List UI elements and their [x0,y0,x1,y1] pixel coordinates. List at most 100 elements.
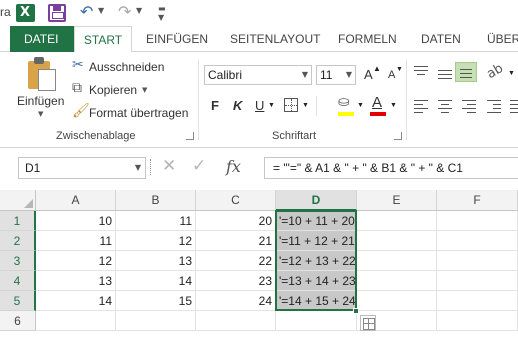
format-painter-icon[interactable]: 🖌 [72,103,90,119]
redo-dropdown-icon[interactable]: ▼ [136,6,142,15]
copy-dropdown-icon[interactable]: ▼ [142,86,147,94]
cell-f1[interactable] [437,211,518,231]
row-header-1[interactable]: 1 [0,211,36,231]
cell-a2[interactable]: 11 [36,231,116,251]
cell-b2[interactable]: 12 [116,231,196,251]
cell-c4[interactable]: 23 [196,271,276,291]
name-box[interactable]: D1 ▼ [18,157,146,179]
font-launcher-icon[interactable] [394,132,402,140]
cell-d6[interactable] [276,311,357,331]
orientation-dropdown-icon[interactable]: ▼ [508,70,515,77]
cell-c2[interactable]: 21 [196,231,276,251]
increase-indent-icon[interactable] [510,100,518,116]
select-all-corner[interactable] [0,190,36,211]
cell-b6[interactable] [116,311,196,331]
cell-f4[interactable] [437,271,518,291]
cell-e1[interactable] [357,211,437,231]
cell-e2[interactable] [357,231,437,251]
tab-start[interactable]: START [74,26,132,53]
cell-c5[interactable]: 24 [196,291,276,311]
fill-handle[interactable] [353,308,359,314]
cell-a6[interactable] [36,311,116,331]
row-header-2[interactable]: 2 [0,231,36,251]
paste-dropdown-icon[interactable]: ▼ [38,110,43,118]
formula-input[interactable]: = "'=" & A1 & " + " & B1 & " + " & C1 [264,157,518,179]
grow-font-button[interactable]: A [364,67,373,82]
bold-button[interactable]: F [211,98,219,113]
align-middle-icon[interactable] [438,70,452,82]
copy-button[interactable]: Kopieren [89,83,137,97]
cell-a3[interactable]: 12 [36,251,116,271]
underline-dropdown-icon[interactable]: ▼ [268,102,275,109]
undo-dropdown-icon[interactable]: ▼ [98,6,104,15]
copy-icon[interactable]: ⧉ [72,80,82,96]
cell-c1[interactable]: 20 [196,211,276,231]
row-header-4[interactable]: 4 [0,271,36,291]
cell-b4[interactable]: 14 [116,271,196,291]
quick-analysis-icon[interactable] [360,315,376,331]
cell-d3[interactable]: '=12 + 13 + 22 [276,251,357,271]
scissors-icon[interactable]: ✂ [72,57,84,73]
row-header-3[interactable]: 3 [0,251,36,271]
underline-button[interactable]: U [255,98,264,113]
align-bottom-button[interactable] [455,62,477,82]
shrink-font-button[interactable]: A [388,69,395,81]
cell-b3[interactable]: 13 [116,251,196,271]
format-painter-button[interactable]: Format übertragen [89,106,188,120]
undo-icon[interactable]: ↶ [80,2,93,21]
borders-icon[interactable] [284,98,298,112]
cell-a5[interactable]: 14 [36,291,116,311]
paste-icon[interactable] [26,57,58,91]
column-header-c[interactable]: C [196,190,276,211]
font-color-button[interactable]: A [372,94,382,111]
cell-d2[interactable]: '=11 + 12 + 21 [276,231,357,251]
align-center-icon[interactable] [438,100,452,116]
cell-f5[interactable] [437,291,518,311]
tab-data[interactable]: DATEN [421,26,461,52]
cell-f2[interactable] [437,231,518,251]
column-header-b[interactable]: B [116,190,196,211]
customize-qat-icon[interactable]: ▬ ▼ [158,4,166,22]
cell-c6[interactable] [196,311,276,331]
cancel-icon[interactable]: ✕ [162,156,176,176]
align-top-icon[interactable] [414,66,428,78]
font-size-select[interactable]: 11 ▼ [316,65,356,85]
decrease-indent-icon[interactable] [487,100,501,116]
cell-a4[interactable]: 13 [36,271,116,291]
cell-d4[interactable]: '=13 + 14 + 23 [276,271,357,291]
column-header-a[interactable]: A [36,190,116,211]
insert-function-icon[interactable]: fx [226,157,241,176]
fill-color-icon[interactable]: ⛀ [338,94,350,110]
row-header-5[interactable]: 5 [0,291,36,311]
row-header-6[interactable]: 6 [0,311,36,331]
fill-color-dropdown-icon[interactable]: ▼ [357,102,364,109]
redo-icon[interactable]: ↷ [118,2,131,21]
column-header-d[interactable]: D [276,190,357,211]
cell-e4[interactable] [357,271,437,291]
cell-d1[interactable]: '=10 + 11 + 20 [276,211,357,231]
tab-formulas[interactable]: FORMELN [338,26,397,52]
cell-b5[interactable]: 15 [116,291,196,311]
tab-review[interactable]: ÜBERP [487,26,518,52]
cell-b1[interactable]: 11 [116,211,196,231]
align-left-icon[interactable] [414,100,428,116]
cell-e3[interactable] [357,251,437,271]
column-header-e[interactable]: E [357,190,437,211]
cell-c3[interactable]: 22 [196,251,276,271]
paste-button[interactable]: Einfügen [17,94,64,108]
tab-file[interactable]: DATEI [10,26,74,52]
align-right-icon[interactable] [462,100,476,116]
save-icon[interactable] [48,4,66,22]
tab-insert[interactable]: EINFÜGEN [146,26,208,52]
cell-e5[interactable] [357,291,437,311]
column-header-f[interactable]: F [437,190,518,211]
clipboard-launcher-icon[interactable] [186,132,194,140]
font-color-dropdown-icon[interactable]: ▼ [390,102,397,109]
tab-page-layout[interactable]: SEITENLAYOUT [230,26,320,52]
enter-icon[interactable]: ✓ [192,156,206,176]
cell-a1[interactable]: 10 [36,211,116,231]
cut-button[interactable]: Ausschneiden [89,60,164,74]
cell-d5[interactable]: '=14 + 15 + 24 [276,291,357,311]
font-name-select[interactable]: Calibri ▼ [204,65,312,85]
italic-button[interactable]: K [233,98,242,113]
